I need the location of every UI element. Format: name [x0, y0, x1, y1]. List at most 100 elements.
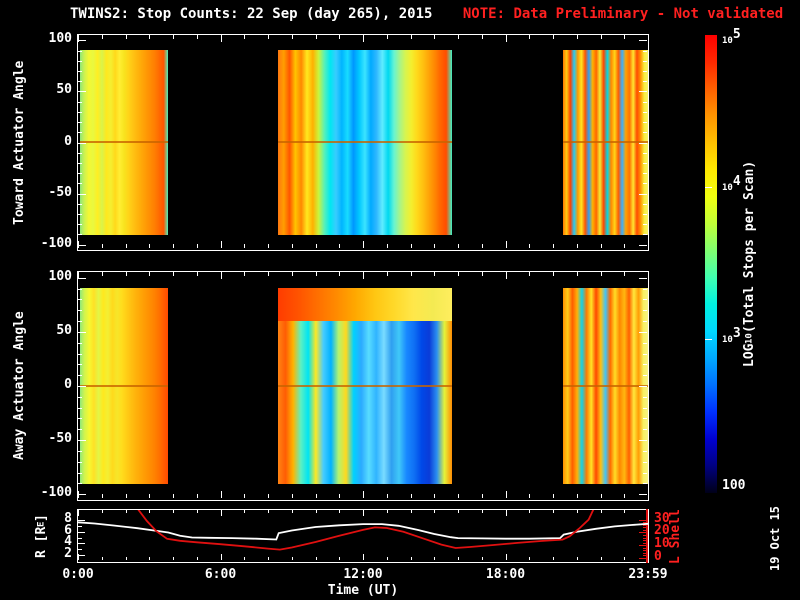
- y-tick: [643, 213, 647, 215]
- y-tick-label: 0: [64, 377, 72, 392]
- x-tick: [220, 272, 222, 279]
- y-tick: [78, 342, 82, 344]
- x-tick: [410, 272, 412, 276]
- x-tick: [315, 272, 317, 276]
- colorbar-tick-exp: 4: [732, 173, 741, 189]
- x-tick: [315, 35, 317, 39]
- x-tick: [291, 35, 293, 39]
- y-tick: [78, 122, 82, 124]
- y-tick: [78, 310, 82, 312]
- y-tick: [639, 331, 647, 333]
- y-tick: [643, 418, 647, 420]
- y-tick: [643, 299, 647, 301]
- y-tick-label: 100: [48, 268, 72, 284]
- x-tick: [529, 272, 531, 276]
- x-tick: [576, 272, 578, 276]
- x-tick: [434, 244, 436, 248]
- colorbar-tick-exp: 3: [732, 326, 741, 342]
- x-tick: [648, 35, 649, 42]
- x-tick: [315, 244, 317, 248]
- y-tick: [78, 494, 86, 496]
- x-tick: [648, 272, 649, 279]
- heatmap-segment-away-1: [277, 287, 453, 485]
- x-tick: [149, 35, 151, 39]
- x-tick: [600, 244, 602, 248]
- colorbar-tick-label: 103: [722, 327, 760, 347]
- y-tick: [643, 472, 647, 474]
- y-tick: [643, 321, 647, 323]
- twins2-stop-counts-plot: TWINS2: Stop Counts: 22 Sep (day 265), 2…: [0, 0, 800, 600]
- x-tick: [648, 554, 649, 560]
- y-tick: [78, 203, 82, 205]
- y-tick: [78, 244, 86, 246]
- x-tick-label: 6:00: [204, 567, 237, 582]
- x-tick-label: 18:00: [485, 567, 526, 582]
- y-tick: [78, 132, 82, 134]
- x-tick: [386, 244, 388, 248]
- colorbar-tick-base: 10: [722, 36, 733, 46]
- y-tick: [643, 429, 647, 431]
- x-tick: [505, 491, 507, 498]
- zero-angle-line: [80, 141, 169, 144]
- x-tick: [600, 272, 602, 276]
- y-tick: [639, 40, 647, 42]
- y-tick: [643, 375, 647, 377]
- x-tick: [339, 272, 341, 276]
- y-tick: [643, 407, 647, 409]
- x-tick: [125, 244, 127, 248]
- l-tick-label: 0: [654, 549, 662, 564]
- y-tick: [78, 353, 82, 355]
- x-tick-label: 23:59: [628, 567, 668, 582]
- x-tick: [101, 35, 103, 39]
- y-tick: [78, 321, 82, 323]
- x-tick: [173, 35, 174, 39]
- x-tick: [149, 244, 151, 248]
- x-tick: [196, 272, 198, 276]
- x-tick: [624, 35, 626, 39]
- y-tick: [78, 213, 82, 215]
- x-tick: [125, 272, 127, 276]
- y-tick: [643, 450, 647, 452]
- y-tick: [639, 142, 647, 144]
- y-tick: [78, 364, 82, 366]
- x-tick: [434, 35, 436, 39]
- y-tick: [643, 353, 647, 355]
- x-tick: [291, 494, 293, 498]
- zero-angle-line: [562, 141, 648, 144]
- y-tick: [643, 101, 647, 103]
- y-tick: [78, 111, 82, 113]
- y-tick: [639, 277, 647, 279]
- x-tick: [624, 272, 626, 276]
- y-tick: [78, 396, 82, 398]
- y-tick: [639, 494, 647, 496]
- x-tick: [434, 494, 436, 498]
- x-tick: [196, 244, 198, 248]
- x-tick: [173, 494, 174, 498]
- y-tick: [78, 152, 82, 154]
- x-tick: [220, 491, 222, 498]
- x-tick: [600, 494, 602, 498]
- x-tick: [101, 494, 103, 498]
- y-tick: [78, 183, 82, 185]
- x-tick: [624, 244, 626, 248]
- y-tick: [78, 375, 82, 377]
- y-tick: [78, 91, 86, 93]
- x-tick: [196, 35, 198, 39]
- y-tick: [643, 483, 647, 485]
- x-tick: [125, 35, 127, 39]
- y-tick: [639, 193, 647, 195]
- plot-title: TWINS2: Stop Counts: 22 Sep (day 265), 2…: [70, 6, 433, 22]
- y-tick: [78, 450, 82, 452]
- y-tick: [643, 396, 647, 398]
- x-tick: [244, 272, 246, 276]
- y-tick: [78, 407, 82, 409]
- y-tick: [78, 418, 82, 420]
- x-tick: [244, 244, 246, 248]
- x-tick: [505, 272, 507, 279]
- colorbar-axis-label: LOG 10 (Total Stops per Scan): [742, 35, 757, 493]
- x-tick: [363, 272, 364, 279]
- y-tick: [643, 132, 647, 134]
- y-tick: [78, 60, 82, 62]
- x-tick: [315, 494, 317, 498]
- y-tick: [643, 81, 647, 83]
